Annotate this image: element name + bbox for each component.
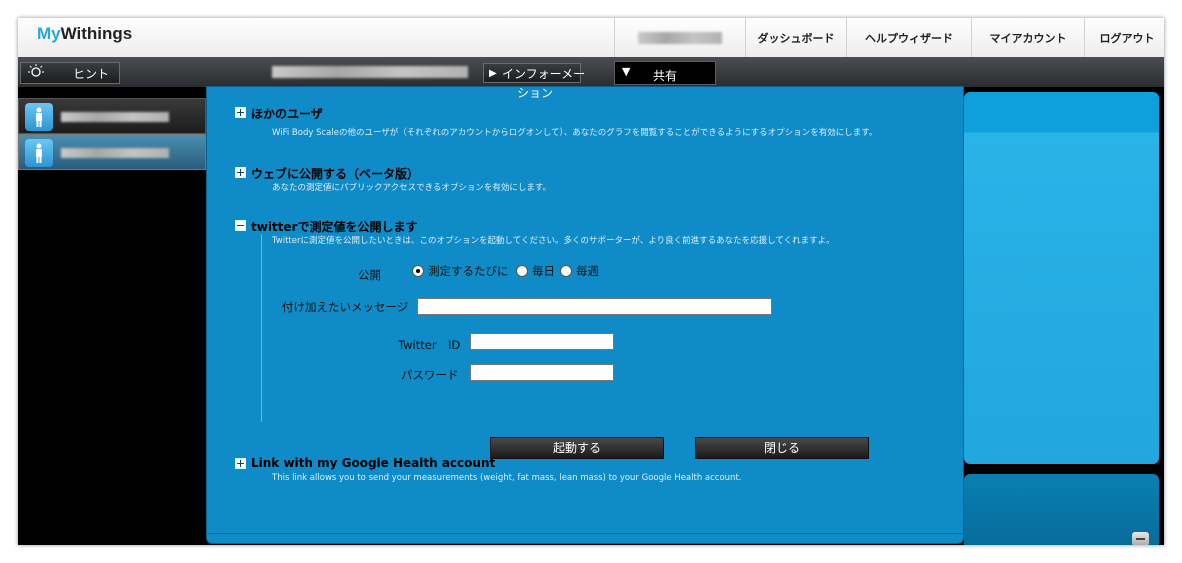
user-avatar-icon — [25, 103, 53, 131]
app-window: MyWithings ダッシュボード ヘルプウィザード マイアカウント ログアウ… — [18, 18, 1164, 545]
top-nav: ダッシュボード ヘルプウィザード マイアカウント ログアウト — [614, 18, 1164, 57]
password-label: パスワード — [401, 368, 459, 382]
sharing-dialog: ション ほかのユーザ WiFi Body Scaleの他のユーザが（それぞれのア… — [206, 86, 965, 544]
nav-logout[interactable]: ログアウト — [1084, 18, 1164, 57]
dialog-bottom-divider — [207, 533, 965, 534]
triangle-down-icon: ▼ — [622, 65, 631, 78]
radio-label-weekly[interactable]: 毎週 — [576, 263, 599, 279]
background-panel-lower — [964, 474, 1159, 545]
section-description: This link allows you to send your measur… — [272, 473, 742, 483]
play-icon: ▶ — [489, 68, 497, 79]
information-button[interactable]: ▶ インフォーメー — [483, 63, 585, 83]
password-input[interactable] — [470, 364, 614, 381]
share-dropdown[interactable]: ▼ 共有 — [614, 61, 716, 85]
blurred-user-title — [272, 66, 468, 78]
section-title[interactable]: Link with my Google Health account — [251, 456, 495, 470]
expand-icon[interactable] — [235, 167, 246, 178]
info-label-overflow: ション — [517, 86, 554, 100]
lightbulb-icon — [27, 64, 47, 82]
close-button[interactable]: 閉じる — [695, 437, 869, 459]
radio-weekly[interactable] — [560, 265, 572, 277]
logo[interactable]: MyWithings — [37, 24, 132, 44]
section-title[interactable]: twitterで測定値を公開します — [251, 218, 417, 235]
radio-daily[interactable] — [516, 265, 528, 277]
radio-label-each-measurement[interactable]: 測定するたびに — [428, 263, 509, 279]
section-description: Twitterに測定値を公開したいときは、このオプションを起動してください。多く… — [272, 236, 835, 246]
collapse-button[interactable] — [1132, 532, 1149, 545]
collapse-icon[interactable] — [235, 220, 246, 231]
radio-each-measurement[interactable] — [412, 265, 424, 277]
top-header: MyWithings ダッシュボード ヘルプウィザード マイアカウント ログアウ… — [18, 18, 1164, 57]
nav-help-wizard[interactable]: ヘルプウィザード — [846, 18, 971, 57]
background-graph-panel — [964, 92, 1159, 464]
expand-icon[interactable] — [235, 458, 246, 469]
hint-button[interactable]: ヒント — [20, 62, 120, 84]
sidebar-user-2[interactable] — [18, 134, 206, 170]
message-label: 付け加えたいメッセージ — [282, 300, 409, 314]
nav-my-account[interactable]: マイアカウント — [971, 18, 1084, 57]
expand-icon[interactable] — [235, 107, 246, 118]
twitter-id-input[interactable] — [470, 333, 614, 350]
twitter-id-label: Twitter ID — [398, 338, 461, 352]
username-display — [614, 18, 745, 57]
blurred-user-name — [61, 112, 169, 122]
nav-dashboard[interactable]: ダッシュボード — [745, 18, 846, 57]
section-title[interactable]: ウェブに公開する（ベータ版） — [251, 165, 419, 182]
publish-label: 公開 — [358, 268, 381, 282]
section-title[interactable]: ほかのユーザ — [251, 105, 323, 122]
user-avatar-icon — [25, 139, 53, 167]
section-description: WiFi Body Scaleの他のユーザが（それぞれのアカウントからログオンし… — [272, 128, 878, 138]
sidebar-user-1[interactable] — [18, 98, 206, 134]
section-description: あなたの測定値にパブリックアクセスできるオプションを有効にします。 — [272, 183, 552, 193]
radio-label-daily[interactable]: 毎日 — [532, 263, 555, 279]
section-divider — [261, 234, 262, 422]
activate-button[interactable]: 起動する — [490, 437, 664, 459]
message-input[interactable] — [417, 298, 772, 315]
toolbar: ヒント ▶ インフォーメー ▼ 共有 — [18, 57, 1164, 87]
blurred-user-name — [61, 148, 169, 158]
blurred-username — [638, 31, 722, 44]
